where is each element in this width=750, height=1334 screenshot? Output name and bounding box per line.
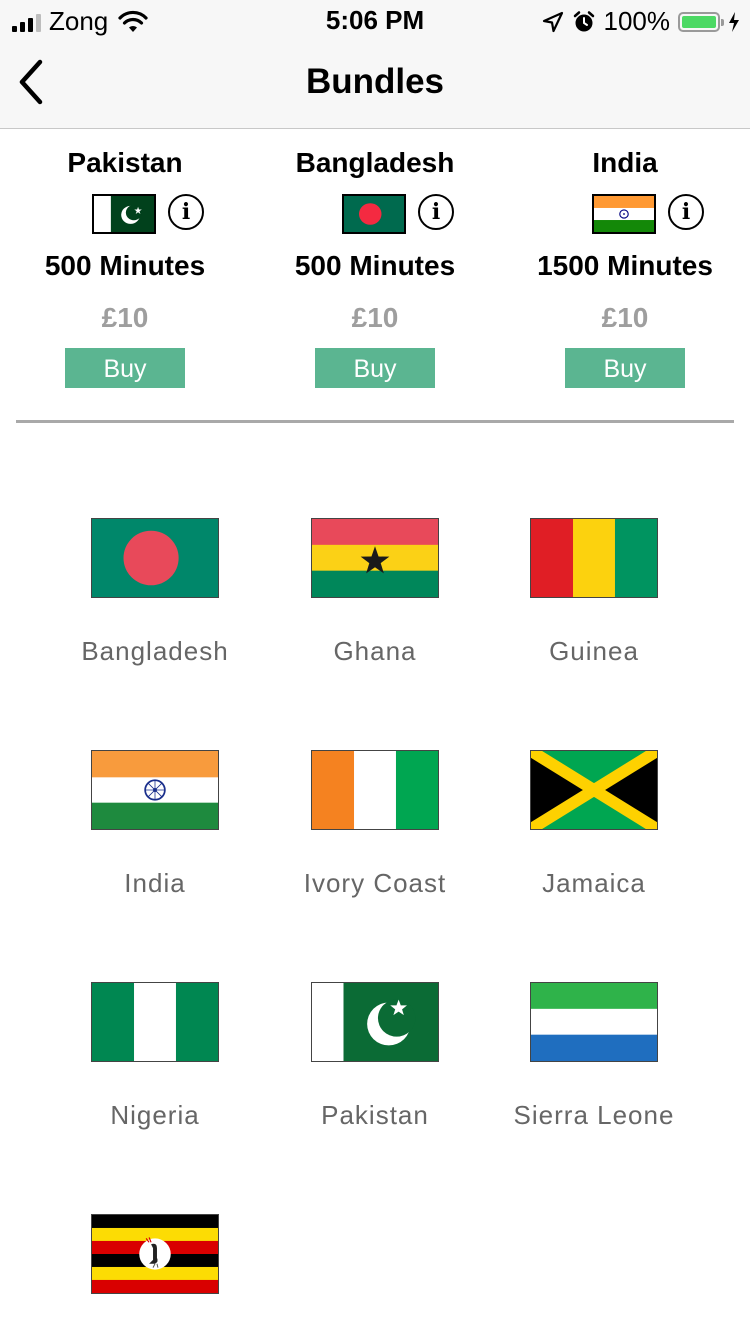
- page-title: Bundles: [305, 62, 445, 101]
- country-tile-ghana[interactable]: Ghana: [265, 518, 485, 667]
- uganda-flag-icon: [91, 1214, 219, 1294]
- country-name: Pakistan: [321, 1100, 429, 1130]
- bundle-price: £10: [101, 302, 149, 333]
- buy-button[interactable]: Buy: [315, 348, 435, 388]
- bundle-minutes: 500 Minutes: [294, 250, 456, 281]
- buy-button[interactable]: Buy: [565, 348, 685, 388]
- bundle-flag-row: i: [500, 178, 750, 234]
- country-name: India: [124, 868, 186, 898]
- bangladesh-flag-icon: [91, 518, 219, 598]
- bundle-minutes: 1500 Minutes: [537, 250, 713, 281]
- battery-percentage: 100%: [603, 6, 671, 36]
- country-tile-india[interactable]: India: [45, 750, 265, 899]
- guinea-flag-icon: [530, 518, 658, 598]
- ghana-flag-icon: [311, 518, 439, 598]
- country-tile-guinea[interactable]: Guinea: [484, 518, 704, 667]
- section-divider: [16, 420, 734, 423]
- navigation-bar: Bundles: [0, 40, 750, 129]
- bundle-flag-row: i: [250, 178, 500, 234]
- country-name: Jamaica: [542, 868, 646, 898]
- alarm-clock-icon: [573, 10, 594, 31]
- sierra-leone-flag-icon: [530, 982, 658, 1062]
- status-right: 100%: [542, 6, 741, 37]
- bundle-country: Pakistan: [67, 147, 183, 178]
- bundle-price: £10: [351, 302, 399, 333]
- country-name: Guinea: [549, 636, 639, 666]
- bundle-country: Bangladesh: [295, 147, 455, 178]
- info-icon[interactable]: i: [418, 194, 454, 230]
- location-arrow-icon: [542, 11, 563, 32]
- pakistan-flag-icon: [311, 982, 439, 1062]
- country-tile-jamaica[interactable]: Jamaica: [484, 750, 704, 899]
- country-tile-ivory-coast[interactable]: Ivory Coast: [265, 750, 485, 899]
- country-tile-sierra-leone[interactable]: Sierra Leone: [484, 982, 704, 1131]
- bundle-minutes: 500 Minutes: [44, 250, 206, 281]
- nigeria-flag-icon: [91, 982, 219, 1062]
- jamaica-flag-icon: [530, 750, 658, 830]
- info-icon[interactable]: i: [168, 194, 204, 230]
- country-tile-bangladesh[interactable]: Bangladesh: [45, 518, 265, 667]
- status-bar: Zong 5:06 PM 100%: [0, 0, 750, 40]
- bundle-country: India: [592, 147, 658, 178]
- info-icon[interactable]: i: [668, 194, 704, 230]
- ivory-coast-flag-icon: [311, 750, 439, 830]
- bundle-price: £10: [601, 302, 649, 333]
- country-name: Ghana: [333, 636, 417, 666]
- country-name: Sierra Leone: [513, 1100, 675, 1130]
- country-tile-uganda[interactable]: [45, 1214, 265, 1332]
- pakistan-flag-icon: [92, 194, 156, 234]
- bundle-flag-row: i: [0, 178, 250, 234]
- country-name: Bangladesh: [81, 636, 229, 666]
- bundle-card-bangladesh: Bangladesh i 500 Minutes £10 Buy: [250, 138, 500, 388]
- india-flag-icon: [91, 750, 219, 830]
- india-flag-icon: [592, 194, 656, 234]
- bundle-card-pakistan: Pakistan i 500 Minutes £10 Buy: [0, 138, 250, 388]
- bundle-card-india: India i 1500 Minutes £10 Buy: [500, 138, 750, 388]
- country-name: Ivory Coast: [303, 868, 447, 898]
- charging-bolt-icon: [729, 11, 739, 32]
- buy-button[interactable]: Buy: [65, 348, 185, 388]
- country-tile-pakistan[interactable]: Pakistan: [265, 982, 485, 1131]
- country-tile-nigeria[interactable]: Nigeria: [45, 982, 265, 1131]
- country-name: Nigeria: [110, 1100, 200, 1130]
- battery-icon: [678, 11, 724, 32]
- bangladesh-flag-icon: [342, 194, 406, 234]
